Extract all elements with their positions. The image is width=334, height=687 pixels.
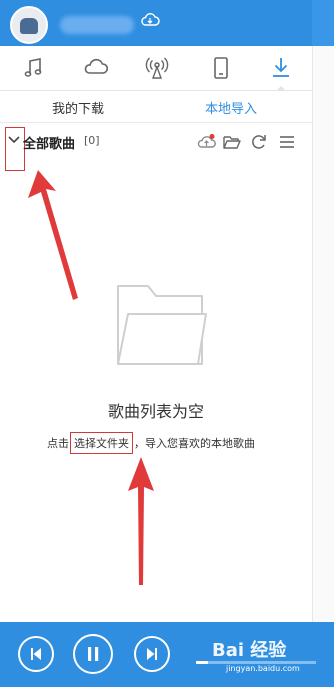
play-pause-button[interactable] [73,634,113,674]
tab-my-downloads[interactable]: 我的下载 [52,98,104,117]
previous-icon [31,648,41,660]
song-count: [0] [84,134,100,147]
menu-icon[interactable] [277,132,297,152]
import-hint: 点击 选择文件夹 ，导入您喜欢的本地歌曲 [47,432,255,454]
pause-icon [88,647,99,661]
all-songs-label: 全部歌曲 [23,137,76,152]
empty-folder-icon [117,285,207,365]
refresh-icon[interactable] [249,132,269,152]
empty-list-title: 歌曲列表为空 [107,402,204,421]
annotation-arrow-icon [28,170,78,300]
side-scroll-strip [312,46,334,622]
tab-device-icon[interactable] [207,54,235,82]
tab-radio-icon[interactable] [143,54,171,82]
progress-fill [196,661,208,664]
song-list-header: 全部歌曲 [0] [0,122,312,171]
previous-button[interactable] [18,636,54,672]
annotation-arrow-icon [128,457,154,585]
watermark-brand: Bai 经验 [212,640,287,661]
cloud-sync-icon[interactable] [140,12,160,28]
chevron-down-icon[interactable] [8,135,20,145]
main-tabs [0,46,312,91]
hint-prefix: 点击 [47,437,69,450]
user-avatar[interactable] [10,6,48,44]
next-button[interactable] [134,636,170,672]
avatar-figure-icon [20,18,38,34]
window-edge [312,0,334,46]
sub-tabs: 我的下载 本地导入 [0,91,312,121]
hint-suffix: ，导入您喜欢的本地歌曲 [134,437,255,450]
next-icon [147,648,157,660]
title-bar [0,0,334,46]
collapse-toggle-highlight[interactable] [5,127,25,171]
active-tab-indicator [272,86,290,91]
cloud-upload-icon[interactable] [197,132,217,152]
username-blurred[interactable] [60,16,134,34]
tab-cloud-icon[interactable] [82,54,110,82]
open-folder-icon[interactable] [222,132,242,152]
choose-folder-link[interactable]: 选择文件夹 [70,432,133,454]
tab-local-import[interactable]: 本地导入 [205,98,257,117]
tab-download-icon[interactable] [267,54,295,82]
watermark-url: jingyan.baidu.com [226,664,300,673]
tab-music-icon[interactable] [20,54,48,82]
